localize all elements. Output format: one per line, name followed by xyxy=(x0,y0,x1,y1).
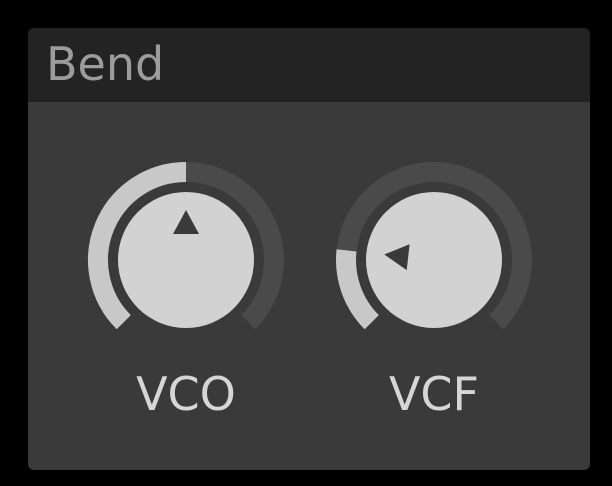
vcf-knob[interactable] xyxy=(334,160,534,360)
panel-header: Bend xyxy=(28,28,590,102)
panel-title: Bend xyxy=(46,37,165,91)
vcf-knob-label: VCF xyxy=(388,367,480,421)
vco-knob-label: VCO xyxy=(136,367,236,421)
vcf-knob-graphic xyxy=(336,162,532,330)
vco-knob[interactable] xyxy=(86,160,286,360)
vcf-knob-face xyxy=(366,192,502,328)
vco-knob-graphic xyxy=(88,162,284,330)
